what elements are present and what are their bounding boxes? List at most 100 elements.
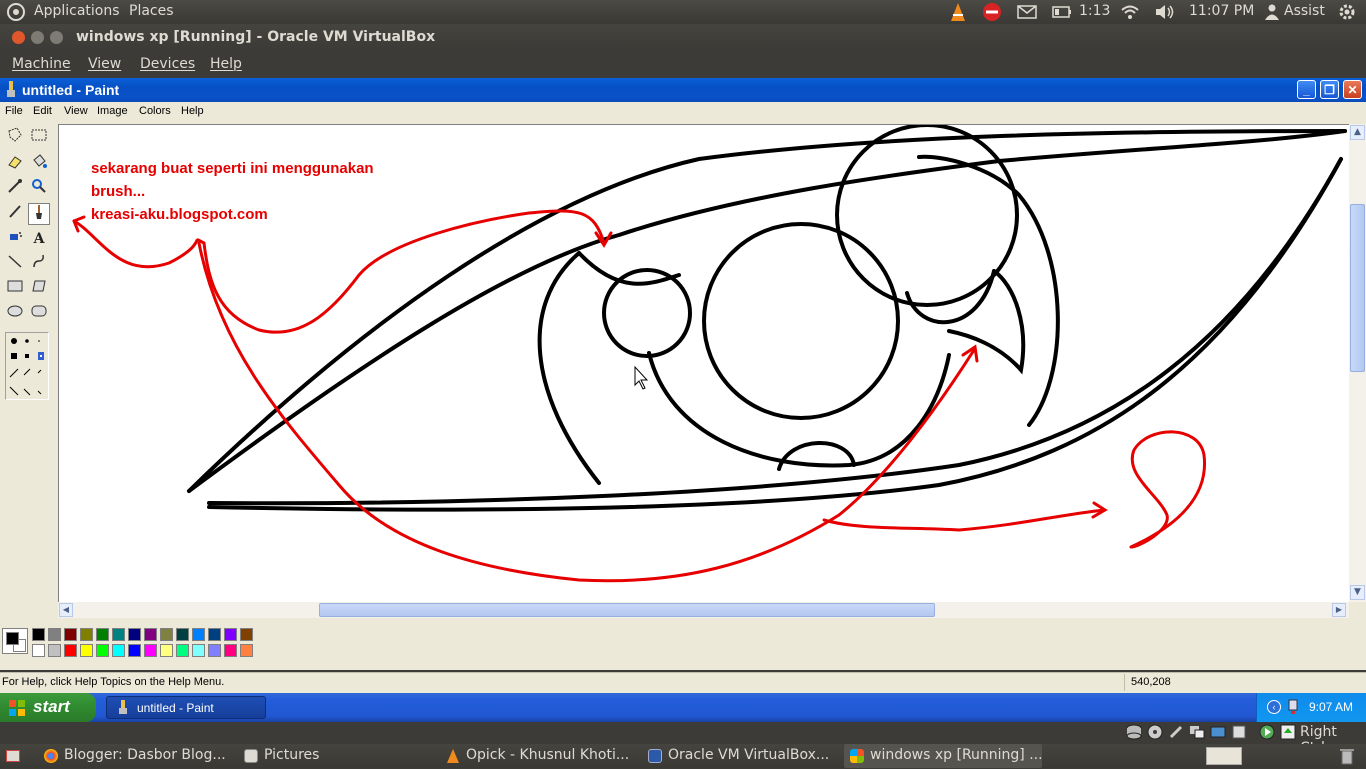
rectangle-tool-icon[interactable]: [4, 278, 26, 300]
magnifier-icon[interactable]: [28, 178, 50, 200]
menu-machine[interactable]: Machine: [12, 56, 71, 72]
scroll-right-arrow-icon[interactable]: ▶: [1332, 603, 1346, 617]
mouse-integration-icon[interactable]: [1259, 724, 1275, 744]
color-swatch[interactable]: [96, 644, 109, 657]
color-swatch[interactable]: [176, 644, 189, 657]
fill-bucket-icon[interactable]: [28, 153, 50, 175]
paint-restore-button[interactable]: ❐: [1320, 80, 1339, 99]
menu-devices[interactable]: Devices: [140, 56, 195, 72]
start-button[interactable]: start: [0, 693, 96, 722]
ellipse-tool-icon[interactable]: [4, 303, 26, 325]
vertical-scrollbar[interactable]: ▲ ▼: [1349, 124, 1366, 602]
color-swatch[interactable]: [64, 628, 77, 641]
hdd-icon[interactable]: [1126, 724, 1142, 744]
bottom-task-pictures[interactable]: Pictures: [238, 744, 434, 768]
pencil-icon[interactable]: [4, 203, 26, 225]
color-swatch[interactable]: [80, 628, 93, 641]
vlc-icon[interactable]: [948, 2, 968, 26]
scroll-down-arrow-icon[interactable]: ▼: [1350, 585, 1365, 600]
taskbar-paint-item[interactable]: untitled - Paint: [106, 696, 266, 719]
trash-icon[interactable]: [1339, 747, 1355, 769]
color-swatch[interactable]: [48, 628, 61, 641]
color-swatch[interactable]: [240, 644, 253, 657]
paint-minimize-button[interactable]: _: [1297, 80, 1316, 99]
brush-shape-options[interactable]: [5, 332, 49, 400]
color-swatch[interactable]: [144, 628, 157, 641]
color-swatch[interactable]: [240, 628, 253, 641]
menu-view[interactable]: View: [88, 56, 121, 72]
clock[interactable]: 11:07 PM: [1189, 3, 1254, 19]
rect-select-icon[interactable]: [28, 127, 50, 149]
applications-menu[interactable]: Applications: [34, 3, 120, 19]
color-swatch[interactable]: [224, 628, 237, 641]
paint-close-button[interactable]: ✕: [1343, 80, 1362, 99]
volume-icon[interactable]: [1154, 3, 1176, 25]
polygon-tool-icon[interactable]: [28, 278, 50, 300]
color-swatch[interactable]: [32, 628, 45, 641]
capture-icon[interactable]: [1231, 724, 1247, 744]
color-swatch[interactable]: [144, 644, 157, 657]
free-select-icon[interactable]: [4, 127, 26, 149]
color-swatch[interactable]: [128, 628, 141, 641]
menu-help[interactable]: Help: [210, 56, 242, 72]
paint-menu-file[interactable]: File: [5, 105, 23, 117]
color-swatch[interactable]: [192, 644, 205, 657]
bottom-task-vm-running[interactable]: windows xp [Running] ...: [844, 744, 1042, 768]
bottom-task-blogger[interactable]: Blogger: Dasbor Blog...: [38, 744, 234, 768]
stop-icon[interactable]: [982, 2, 1002, 26]
color-swatch[interactable]: [160, 628, 173, 641]
color-swatch[interactable]: [128, 644, 141, 657]
text-tool-icon[interactable]: A: [28, 228, 50, 250]
color-swatch[interactable]: [80, 644, 93, 657]
color-swatch[interactable]: [64, 644, 77, 657]
current-colors[interactable]: [2, 628, 28, 654]
paint-menu-edit[interactable]: Edit: [33, 105, 52, 117]
host-key-icon[interactable]: [1280, 724, 1296, 744]
network-adapter-icon[interactable]: [1210, 724, 1226, 744]
power-gear-icon[interactable]: [1337, 2, 1357, 26]
color-swatch[interactable]: [112, 628, 125, 641]
tray-chevron-icon[interactable]: ‹: [1267, 700, 1281, 714]
color-swatch[interactable]: [160, 644, 173, 657]
brush-icon[interactable]: [28, 203, 50, 225]
shared-folder-icon[interactable]: [1189, 724, 1205, 744]
tray-clock[interactable]: 9:07 AM: [1309, 700, 1353, 714]
vertical-scroll-thumb[interactable]: [1350, 204, 1365, 372]
workspace-switcher-icon[interactable]: [1206, 747, 1242, 765]
color-swatch[interactable]: [208, 644, 221, 657]
paint-menu-help[interactable]: Help: [181, 105, 204, 117]
usb-icon[interactable]: [1168, 724, 1184, 744]
scroll-up-arrow-icon[interactable]: ▲: [1350, 125, 1365, 140]
ubuntu-logo-icon[interactable]: [6, 2, 26, 26]
drawing-canvas[interactable]: sekarang buat seperti ini menggunakan br…: [58, 124, 1349, 603]
user-name[interactable]: Assist: [1284, 3, 1325, 19]
cd-icon[interactable]: [1147, 724, 1163, 744]
color-swatch[interactable]: [176, 628, 189, 641]
battery-icon[interactable]: [1052, 6, 1072, 22]
color-swatch[interactable]: [96, 628, 109, 641]
mail-icon[interactable]: [1017, 4, 1037, 24]
color-picker-icon[interactable]: [4, 178, 26, 200]
curve-tool-icon[interactable]: [28, 253, 50, 275]
eraser-icon[interactable]: [4, 153, 26, 175]
line-tool-icon[interactable]: [4, 253, 26, 275]
bottom-task-music[interactable]: Opick - Khusnul Khoti...: [440, 744, 636, 768]
close-button[interactable]: [12, 31, 25, 44]
minimize-button[interactable]: [31, 31, 44, 44]
wifi-icon[interactable]: [1120, 3, 1140, 25]
maximize-button[interactable]: [50, 31, 63, 44]
color-swatch[interactable]: [208, 628, 221, 641]
horizontal-scrollbar[interactable]: ◀ ▶: [58, 602, 1349, 618]
airbrush-icon[interactable]: [4, 228, 26, 250]
color-swatch[interactable]: [192, 628, 205, 641]
show-desktop-icon[interactable]: [6, 750, 20, 762]
paint-menu-view[interactable]: View: [64, 105, 88, 117]
rounded-rect-tool-icon[interactable]: [28, 303, 50, 325]
tray-network-icon[interactable]: [1287, 699, 1299, 718]
color-swatch[interactable]: [224, 644, 237, 657]
places-menu[interactable]: Places: [129, 3, 174, 19]
scroll-left-arrow-icon[interactable]: ◀: [59, 603, 73, 617]
paint-menu-image[interactable]: Image: [97, 105, 128, 117]
color-swatch[interactable]: [32, 644, 45, 657]
horizontal-scroll-thumb[interactable]: [319, 603, 935, 617]
